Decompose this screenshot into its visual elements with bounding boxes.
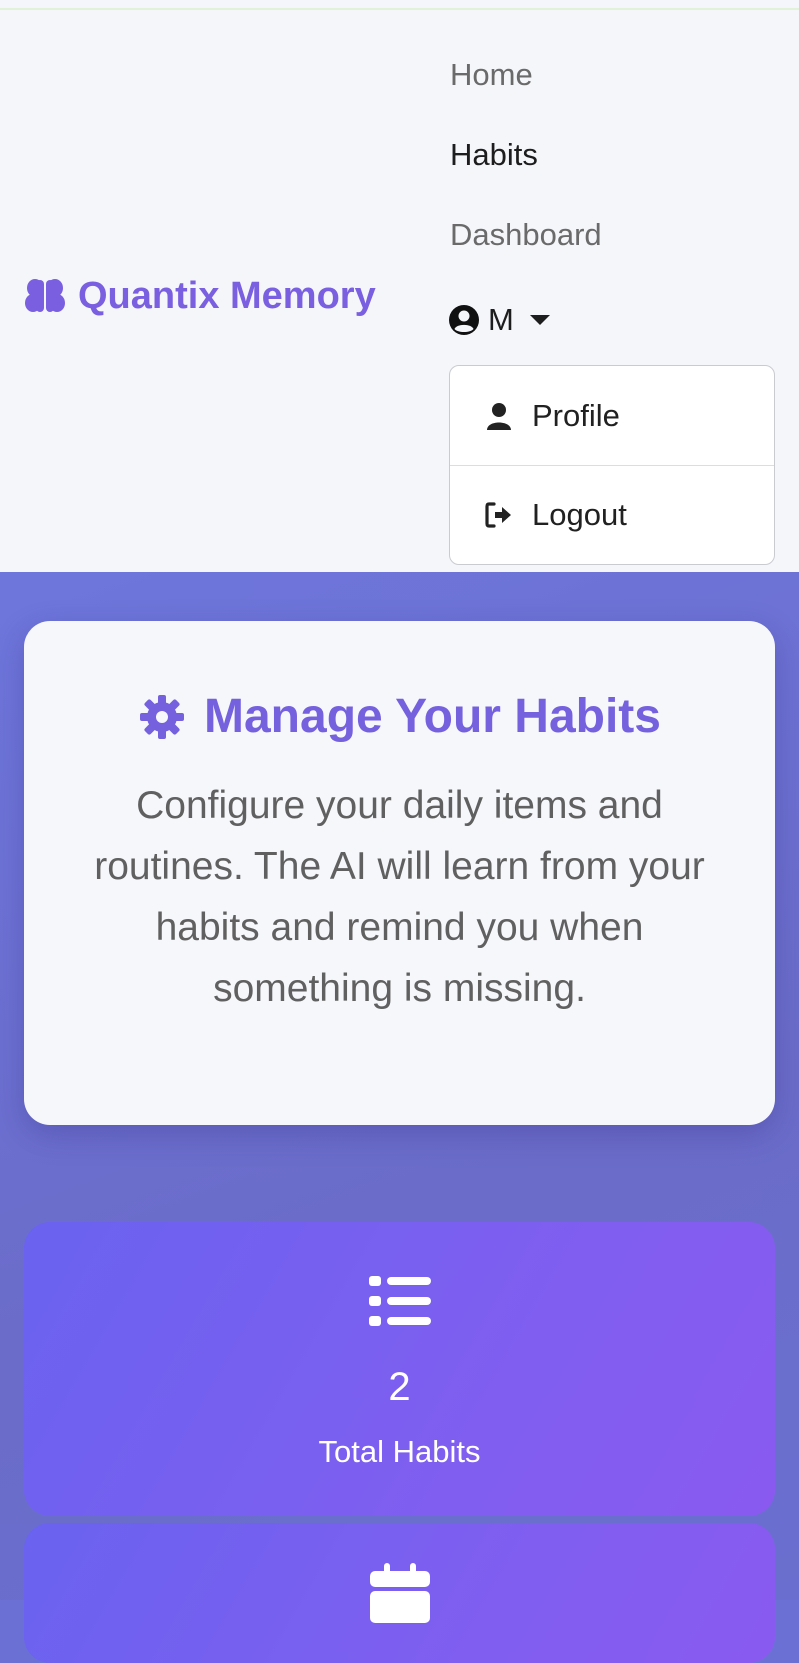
page-description: Configure your daily items and routines.… [94, 784, 705, 1010]
nav-links: Home Habits Dashboard [450, 50, 780, 290]
user-icon [487, 402, 511, 430]
gear-icon [140, 694, 184, 739]
stat-card-calendar [24, 1523, 775, 1663]
calendar-icon [370, 1563, 430, 1623]
navbar: Quantix Memory Home Habits Dashboard M P… [0, 10, 799, 572]
nav-link-habits[interactable]: Habits [450, 130, 780, 210]
page-title-text: Manage Your Habits [204, 690, 661, 743]
brand-name: Quantix Memory [78, 274, 376, 317]
chevron-down-icon [529, 315, 550, 325]
user-dropdown-menu: Profile Logout [449, 365, 775, 565]
nav-link-dashboard[interactable]: Dashboard [450, 210, 780, 290]
logout-icon [485, 502, 511, 528]
stat-card-total-habits: 2 Total Habits [24, 1222, 775, 1516]
dropdown-item-logout[interactable]: Logout [450, 465, 774, 564]
dropdown-item-label: Profile [532, 397, 620, 433]
dropdown-item-label: Logout [532, 497, 627, 532]
user-initial: M [488, 302, 514, 337]
brand-logo[interactable]: Quantix Memory [24, 272, 376, 320]
stat-value: 2 [388, 1365, 411, 1409]
user-menu-toggle[interactable]: M [448, 300, 550, 340]
top-strip [0, 0, 799, 10]
dropdown-item-profile[interactable]: Profile [450, 366, 774, 465]
list-icon [369, 1276, 431, 1326]
page-title: Manage Your Habits [24, 689, 775, 744]
brain-icon [25, 279, 65, 312]
user-circle-icon [449, 305, 479, 335]
nav-link-home[interactable]: Home [450, 50, 780, 130]
stat-label: Total Habits [318, 1434, 481, 1469]
habits-info-card: Manage Your Habits Configure your daily … [24, 621, 775, 1125]
